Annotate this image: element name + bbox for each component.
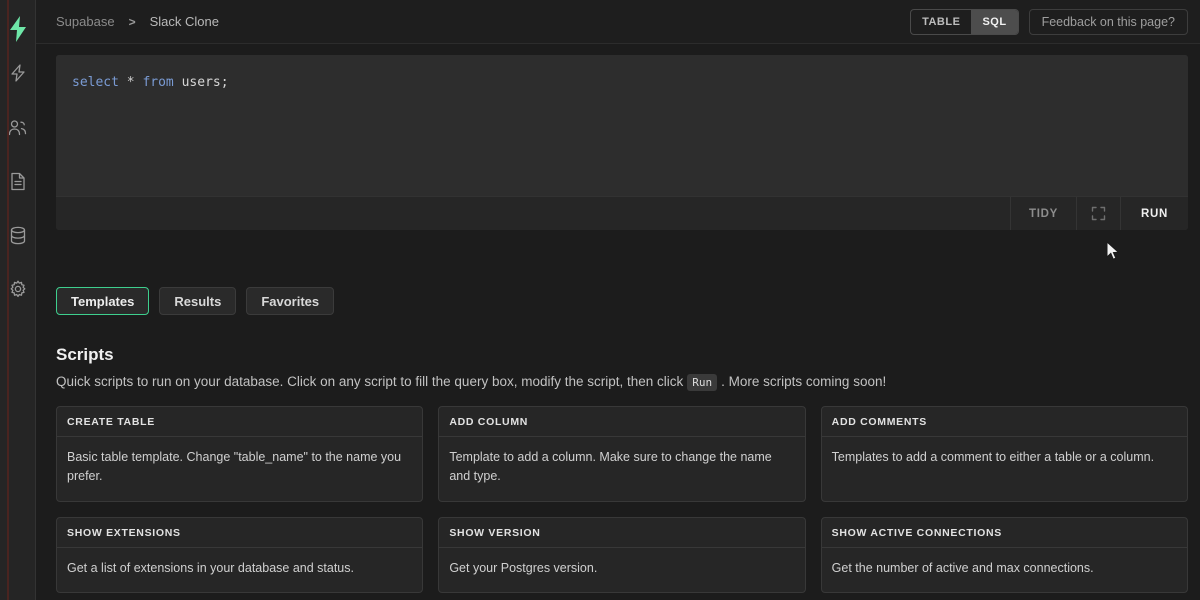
script-card-add-comments[interactable]: ADD COMMENTS Templates to add a comment … [820, 405, 1188, 502]
users-icon [8, 119, 27, 135]
script-card-body: Templates to add a comment to either a t… [831, 449, 1155, 464]
sql-keyword-select: select [72, 75, 119, 90]
run-code-chip: Run [687, 373, 718, 392]
script-card-title: SHOW VERSION [439, 518, 805, 548]
tab-results[interactable]: Results [159, 287, 237, 315]
script-card-body: Basic table template. Change "table_name… [67, 449, 402, 484]
script-card-add-column[interactable]: ADD COLUMN Template to add a column. Mak… [438, 405, 806, 502]
run-button[interactable]: RUN [1119, 197, 1188, 230]
script-card-show-version[interactable]: SHOW VERSION Get your Postgres version. [438, 516, 806, 594]
script-card-title: SHOW ACTIVE CONNECTIONS [821, 518, 1187, 548]
script-card-title: ADD COLUMN [439, 407, 805, 437]
tab-table-view[interactable]: TABLE [911, 10, 971, 34]
result-tabs: Templates Results Favorites [56, 287, 335, 315]
chevron-right-icon: > [128, 14, 136, 29]
breadcrumb-project[interactable]: Slack Clone [150, 14, 219, 29]
script-card-body: Get your Postgres version. [449, 560, 598, 575]
left-sidebar [0, 0, 36, 600]
sql-editor-panel: select * from users; TIDY RUN [56, 55, 1188, 230]
tidy-button[interactable]: TIDY [1009, 197, 1076, 230]
sql-table-name: users; [181, 75, 229, 90]
editor-toolbar: TIDY RUN [56, 196, 1188, 230]
script-card-grid: CREATE TABLE Basic table template. Chang… [56, 405, 1188, 594]
app-root: Supabase > Slack Clone TABLE SQL Feedbac… [0, 0, 1200, 600]
lightning-bolt-logo-icon [9, 16, 26, 42]
breadcrumb-org[interactable]: Supabase [56, 14, 115, 29]
mouse-cursor [1106, 240, 1122, 263]
sql-star: * [126, 75, 135, 90]
header-actions: TABLE SQL Feedback on this page? [910, 8, 1188, 35]
scripts-section: Scripts Quick scripts to run on your dat… [56, 345, 1188, 594]
tab-favorites[interactable]: Favorites [246, 287, 335, 315]
breadcrumb: Supabase > Slack Clone [56, 14, 219, 29]
top-header: Supabase > Slack Clone TABLE SQL Feedbac… [36, 0, 1200, 44]
script-card-show-active-connections[interactable]: SHOW ACTIVE CONNECTIONS Get the number o… [820, 516, 1188, 594]
document-icon [10, 172, 25, 190]
scripts-heading: Scripts [56, 345, 114, 364]
scripts-description-before: Quick scripts to run on your database. C… [56, 374, 684, 389]
script-card-title: CREATE TABLE [57, 407, 423, 437]
script-card-body: Get a list of extensions in your databas… [67, 560, 354, 575]
database-icon [10, 226, 25, 244]
script-card-body: Get the number of active and max connect… [831, 560, 1094, 575]
script-card-show-extensions[interactable]: SHOW EXTENSIONS Get a list of extensions… [56, 516, 424, 594]
gear-icon [10, 280, 25, 298]
sidebar-accent-line [7, 0, 9, 600]
fullscreen-button[interactable] [1075, 197, 1120, 230]
lightning-bolt-icon [10, 64, 25, 82]
tab-templates[interactable]: Templates [56, 287, 150, 315]
tab-sql-view[interactable]: SQL [971, 9, 1018, 34]
feedback-button[interactable]: Feedback on this page? [1028, 8, 1188, 35]
supabase-logo[interactable] [0, 8, 36, 50]
view-toggle: TABLE SQL [910, 8, 1019, 35]
scripts-description-after: . More scripts coming soon! [721, 374, 887, 389]
script-card-title: ADD COMMENTS [821, 407, 1187, 437]
script-card-body: Template to add a column. Make sure to c… [449, 449, 772, 484]
sql-keyword-from: from [142, 75, 174, 90]
scripts-description: Quick scripts to run on your database. C… [56, 373, 1188, 392]
script-card-title: SHOW EXTENSIONS [57, 518, 423, 548]
cursor-arrow-icon [1106, 240, 1120, 260]
script-card-create-table[interactable]: CREATE TABLE Basic table template. Chang… [56, 405, 424, 502]
fullscreen-icon [1091, 206, 1106, 221]
sql-editor-input[interactable]: select * from users; [56, 55, 1188, 196]
